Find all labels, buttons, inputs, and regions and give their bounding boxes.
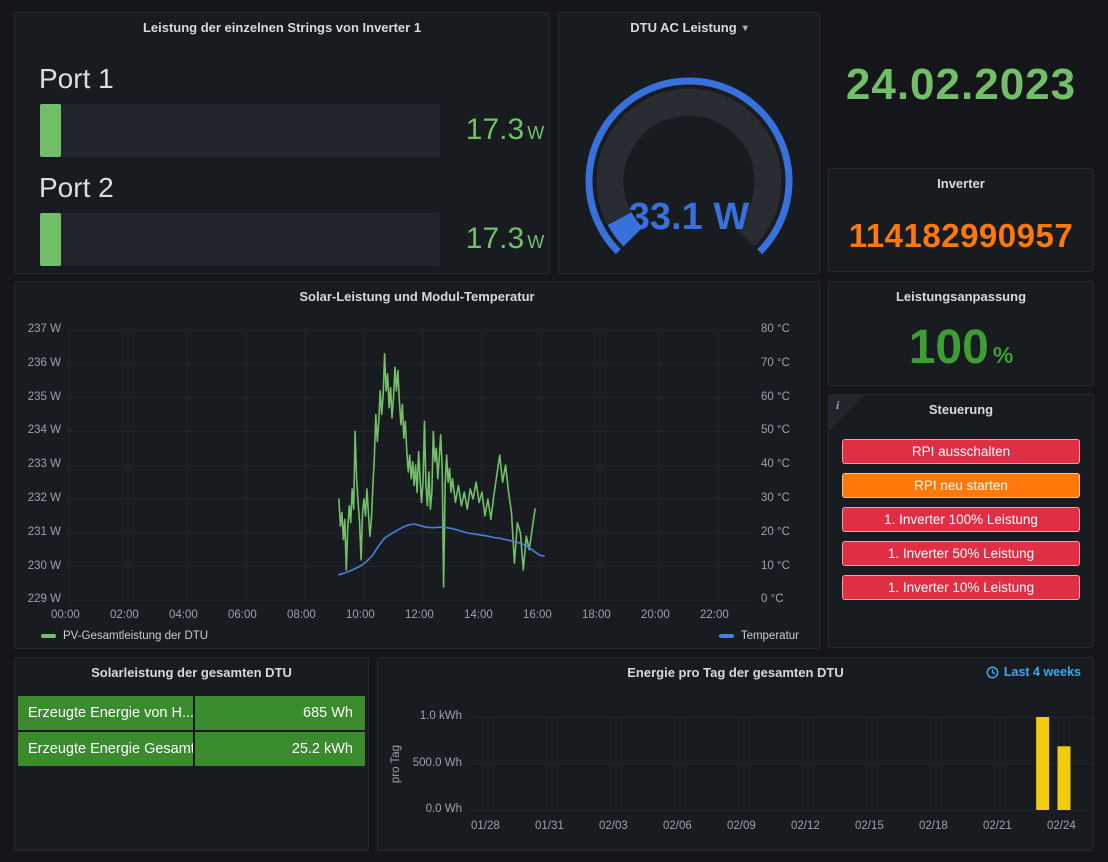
bar-y-tick: 500.0 Wh — [406, 757, 462, 769]
bar-y-tick: 1.0 kWh — [406, 710, 462, 722]
panel-title: Leistung der einzelnen Strings von Inver… — [15, 20, 549, 35]
x-tick: 20:00 — [641, 609, 670, 621]
y-tick-right: 80 °C — [761, 323, 790, 335]
bar-x-tick: 02/06 — [663, 820, 692, 832]
table-cell-value: 685 Wh — [195, 696, 365, 730]
port1-label: Port 1 — [39, 63, 114, 95]
x-tick: 18:00 — [582, 609, 611, 621]
panel-strings: Leistung der einzelnen Strings von Inver… — [14, 12, 550, 274]
bar-x-tick: 01/31 — [535, 820, 564, 832]
table-cell-label: Erzeugte Energie von H... — [18, 696, 193, 730]
time-range-control[interactable]: Last 4 weeks — [986, 665, 1081, 679]
x-tick: 10:00 — [346, 609, 375, 621]
x-tick: 16:00 — [523, 609, 552, 621]
panel-title: Solarleistung der gesamten DTU — [15, 665, 368, 680]
inverter-10-button[interactable]: 1. Inverter 10% Leistung — [842, 575, 1080, 600]
svg-text:33.1 W: 33.1 W — [629, 196, 750, 238]
y-tick-left: 234 W — [21, 424, 61, 436]
gauge-chart: 33.1 W — [559, 41, 819, 273]
panel-energy-per-day: Energie pro Tag der gesamten DTU Last 4 … — [377, 657, 1094, 851]
inverter-50-button[interactable]: 1. Inverter 50% Leistung — [842, 541, 1080, 566]
y-tick-left: 231 W — [21, 526, 61, 538]
legend-dash-blue — [719, 634, 734, 638]
inverter-100-button[interactable]: 1. Inverter 100% Leistung — [842, 507, 1080, 532]
table-cell-label: Erzeugte Energie Gesamt — [18, 732, 193, 766]
bar-y-tick: 0.0 Wh — [406, 803, 462, 815]
y-tick-right: 60 °C — [761, 391, 790, 403]
panel-inverter: Inverter 114182990957 — [828, 168, 1094, 272]
y-tick-left: 236 W — [21, 357, 61, 369]
y-axis-title: pro Tag — [390, 734, 402, 794]
y-tick-right: 30 °C — [761, 492, 790, 504]
legend-item-pv[interactable]: PV-Gesamtleistung der DTU — [41, 630, 208, 642]
bar-x-tick: 02/09 — [727, 820, 756, 832]
bar-x-tick: 02/21 — [983, 820, 1012, 832]
rpi-neu-starten-button[interactable]: RPI neu starten — [842, 473, 1080, 498]
y-tick-left: 235 W — [21, 391, 61, 403]
table-cell-value: 25.2 kWh — [195, 732, 365, 766]
y-tick-right: 40 °C — [761, 458, 790, 470]
leistungsanpassung-value: 100% — [829, 320, 1093, 375]
rpi-ausschalten-button[interactable]: RPI ausschalten — [842, 439, 1080, 464]
chevron-down-icon: ▾ — [743, 23, 748, 34]
y-tick-left: 232 W — [21, 492, 61, 504]
y-tick-left: 237 W — [21, 323, 61, 335]
bar-x-tick: 02/03 — [599, 820, 628, 832]
y-tick-right: 50 °C — [761, 424, 790, 436]
port2-bar-gauge — [40, 213, 440, 266]
panel-title: Leistungsanpassung — [829, 289, 1093, 304]
gauge-panel-title[interactable]: DTU AC Leistung▾ — [559, 20, 819, 35]
clock-icon — [986, 666, 999, 679]
x-tick: 12:00 — [405, 609, 434, 621]
y-tick-left: 229 W — [21, 593, 61, 605]
bar-x-tick: 02/15 — [855, 820, 884, 832]
y-tick-right: 10 °C — [761, 560, 790, 572]
panel-date: 24.02.2023 — [828, 12, 1094, 160]
bar-x-tick: 02/12 — [791, 820, 820, 832]
legend-dash-green — [41, 634, 56, 638]
port2-label: Port 2 — [39, 172, 114, 204]
x-tick: 06:00 — [228, 609, 257, 621]
panel-leistungsanpassung: Leistungsanpassung 100% — [828, 281, 1094, 386]
energy-table: Erzeugte Energie von H... 685 Wh Erzeugt… — [18, 696, 365, 766]
x-tick: 08:00 — [287, 609, 316, 621]
y-tick-right: 70 °C — [761, 357, 790, 369]
x-tick: 22:00 — [700, 609, 729, 621]
control-buttons: RPI ausschalten RPI neu starten 1. Inver… — [842, 439, 1080, 600]
current-date: 24.02.2023 — [828, 60, 1094, 110]
panel-title: Solar-Leistung und Modul-Temperatur — [15, 289, 819, 304]
inverter-serial: 114182990957 — [829, 217, 1093, 255]
panel-gauge: DTU AC Leistung▾ 33.1 W — [558, 12, 820, 274]
bar-plot — [469, 711, 1093, 823]
panel-solar-table: Solarleistung der gesamten DTU Erzeugte … — [14, 657, 369, 851]
bar-x-tick: 02/24 — [1047, 820, 1076, 832]
x-tick: 02:00 — [110, 609, 139, 621]
timeseries-plot — [67, 324, 753, 610]
x-tick: 00:00 — [51, 609, 80, 621]
legend-item-temp[interactable]: Temperatur — [719, 630, 799, 642]
port1-value: 17.3W — [450, 113, 560, 147]
bar-x-tick: 02/18 — [919, 820, 948, 832]
x-tick: 14:00 — [464, 609, 493, 621]
y-tick-left: 233 W — [21, 458, 61, 470]
panel-steuerung: i Steuerung RPI ausschalten RPI neu star… — [828, 394, 1094, 648]
panel-solar-chart: Solar-Leistung und Modul-Temperatur 237 … — [14, 281, 820, 649]
y-tick-right: 20 °C — [761, 526, 790, 538]
panel-title: Steuerung — [829, 402, 1093, 417]
port1-bar-gauge — [40, 104, 440, 157]
y-tick-left: 230 W — [21, 560, 61, 572]
port1-bar-fill — [40, 104, 61, 157]
port2-bar-fill — [40, 213, 61, 266]
port2-value: 17.3W — [450, 222, 560, 256]
x-tick: 04:00 — [169, 609, 198, 621]
y-tick-right: 0 °C — [761, 593, 784, 605]
panel-title: Inverter — [829, 176, 1093, 191]
bar-x-tick: 01/28 — [471, 820, 500, 832]
